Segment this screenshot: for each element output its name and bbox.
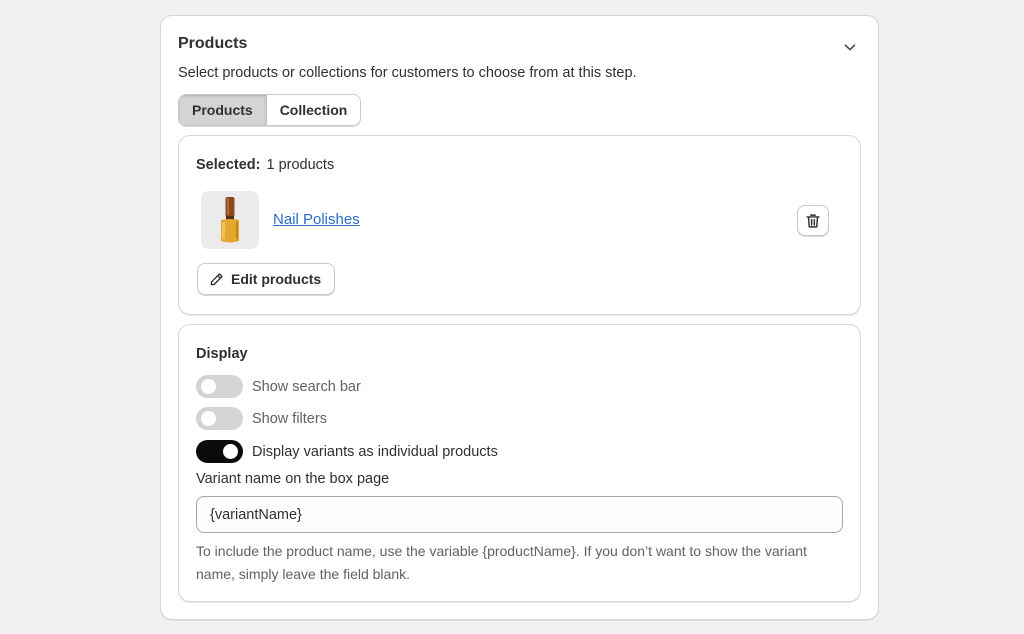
filters-toggle[interactable]: [196, 407, 243, 430]
nail-polish-image: [201, 191, 259, 249]
trash-icon: [806, 213, 820, 228]
card-title: Products: [178, 35, 248, 52]
toggle-row-filters: Show filters: [196, 407, 327, 430]
toggle-row-variants: Display variants as individual products: [196, 440, 498, 463]
variant-name-input[interactable]: [196, 496, 843, 533]
toggle-row-search-bar: Show search bar: [196, 375, 361, 398]
display-settings-card: Display Show search bar Show filters Dis…: [178, 324, 861, 602]
edit-products-button[interactable]: Edit products: [197, 263, 336, 295]
edit-products-label: Edit products: [231, 271, 322, 287]
tab-collection[interactable]: Collection: [266, 95, 361, 125]
chevron-down-icon[interactable]: [841, 38, 859, 56]
products-step-card: Products Select products or collections …: [160, 15, 879, 620]
variant-name-help-text: To include the product name, use the var…: [196, 543, 807, 582]
product-thumbnail: [201, 191, 259, 249]
pencil-icon: [210, 272, 223, 285]
remove-product-button[interactable]: [797, 205, 829, 236]
selected-products-card: Selected: 1 products Nail Polishes Edit …: [178, 135, 861, 315]
variant-name-label: Variant name on the box page: [196, 471, 390, 487]
display-title: Display: [196, 346, 248, 362]
product-link-nail-polishes[interactable]: Nail Polishes: [273, 211, 360, 228]
selected-summary: Selected: 1 products: [196, 157, 334, 173]
search-bar-toggle[interactable]: [196, 375, 243, 398]
variants-toggle[interactable]: [196, 440, 243, 463]
selected-count: 1 products: [266, 157, 335, 173]
card-subtitle: Select products or collections for custo…: [178, 65, 637, 81]
source-tabs: Products Collection: [178, 94, 362, 126]
variants-toggle-label: Display variants as individual products: [252, 443, 498, 460]
filters-toggle-label: Show filters: [252, 410, 327, 427]
selected-label: Selected:: [196, 157, 261, 173]
search-bar-toggle-label: Show search bar: [252, 378, 361, 395]
tab-products[interactable]: Products: [179, 95, 267, 125]
